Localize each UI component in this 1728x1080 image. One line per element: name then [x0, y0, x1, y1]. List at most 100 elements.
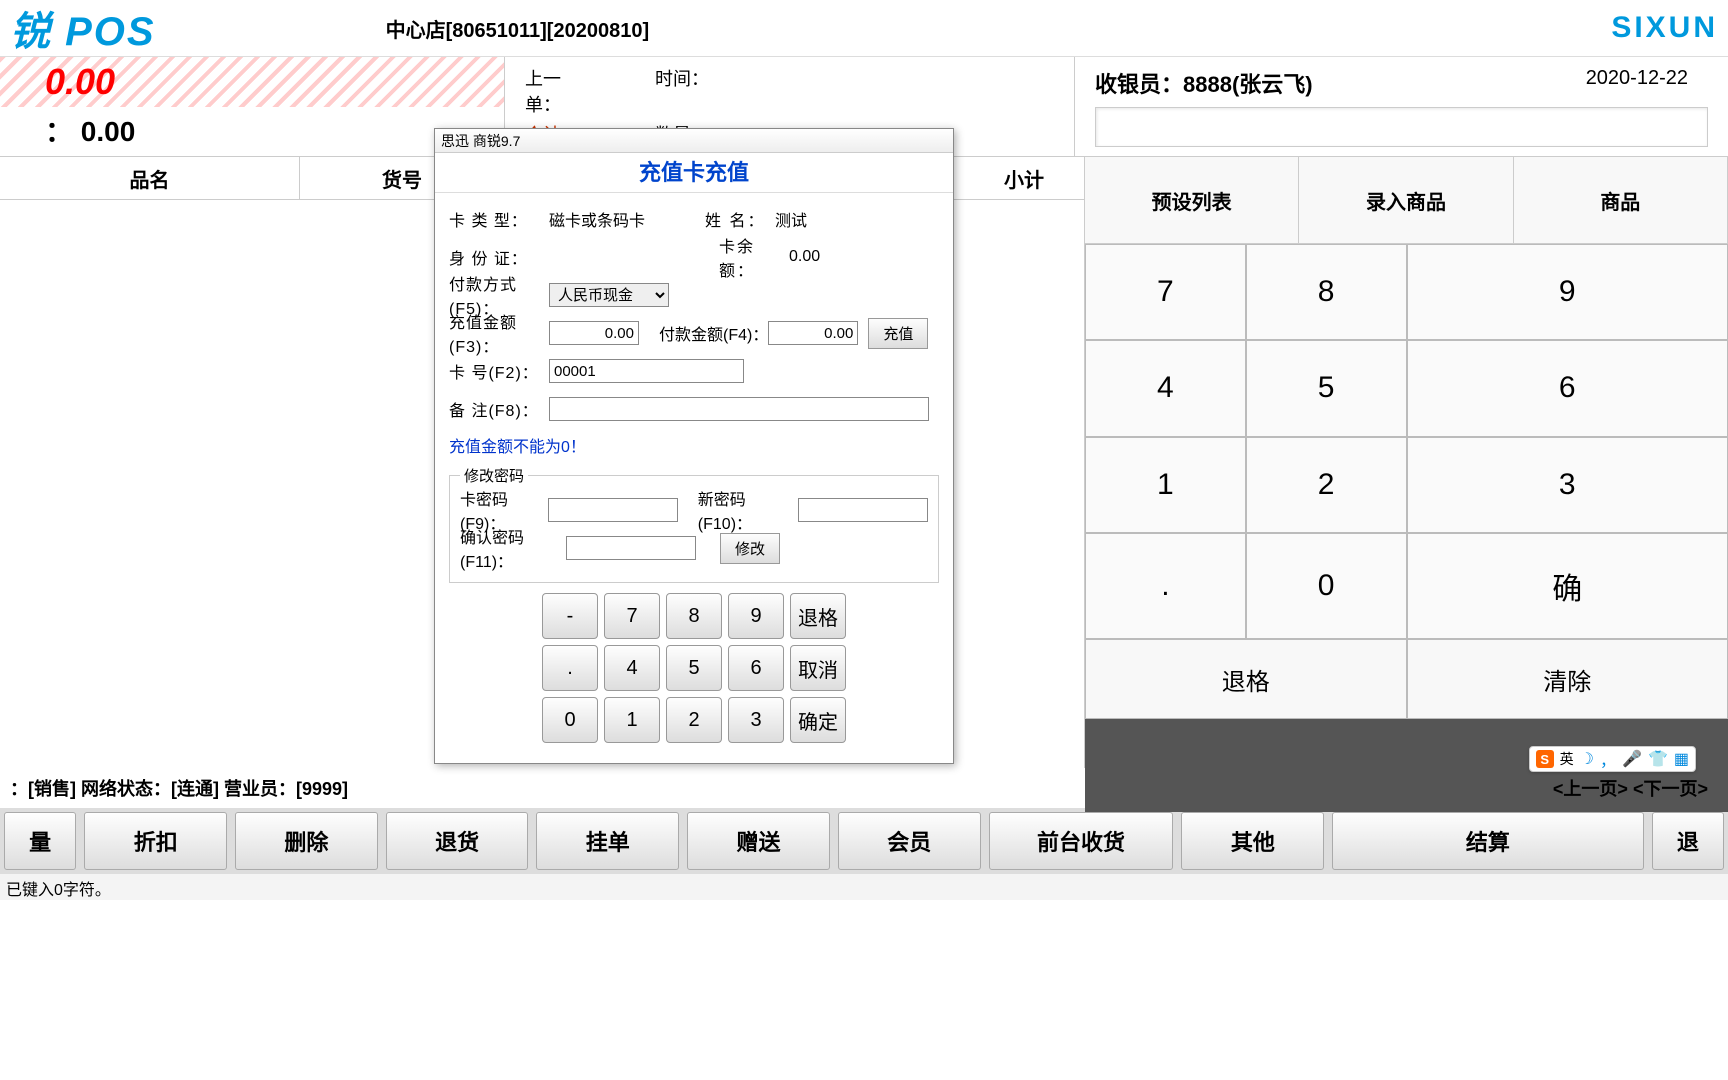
bottom-keys: 退格 清除 — [1085, 639, 1728, 719]
error-message: 充值金额不能为0！ — [449, 433, 939, 457]
total-red: 0.00 — [0, 57, 504, 107]
note-label: 备 注(F8)： — [449, 397, 549, 421]
search-input[interactable] — [1095, 107, 1708, 147]
new-pw-label: 新密码(F10)： — [698, 486, 798, 534]
name-value: 测试 — [775, 207, 807, 231]
dkey-3[interactable]: 3 — [728, 697, 784, 743]
ime-status-bar: 已键入0字符。 — [0, 874, 1728, 900]
dialog-title: 充值卡充值 — [435, 153, 953, 193]
ime-lang[interactable]: 英 — [1560, 749, 1574, 769]
sogou-icon[interactable]: S — [1536, 750, 1554, 768]
next-page[interactable]: <下一页> — [1633, 779, 1708, 799]
dkey-minus[interactable]: - — [542, 593, 598, 639]
cashier-label: 收银员： — [1095, 67, 1183, 99]
date-display: 2020-12-22 — [1586, 67, 1688, 99]
card-type-value: 磁卡或条码卡 — [549, 207, 645, 231]
prev-order-label: 上一单： — [525, 65, 595, 117]
pw-legend: 修改密码 — [460, 465, 528, 486]
dkey-ok[interactable]: 确定 — [790, 697, 846, 743]
pay-method-select[interactable]: 人民币现金 — [549, 283, 669, 307]
mic-icon[interactable]: 🎤 — [1622, 749, 1642, 769]
key-9[interactable]: 9 — [1407, 244, 1728, 340]
total-black-label: ： — [45, 116, 73, 147]
recharge-button[interactable]: 充值 — [868, 318, 928, 349]
header-bar: 锐 POS 中心店[80651011][20200810] SIXUN — [0, 0, 1728, 56]
tab-input[interactable]: 录入商品 — [1299, 156, 1513, 244]
time-label: 时间： — [655, 65, 715, 117]
btn-receive[interactable]: 前台收货 — [989, 812, 1174, 870]
new-pw-input[interactable] — [798, 498, 928, 522]
password-fieldset: 修改密码 卡密码(F9)： 新密码(F10)： 确认密码(F11)： 修改 — [449, 465, 939, 583]
key-8[interactable]: 8 — [1246, 244, 1407, 340]
dkey-1[interactable]: 1 — [604, 697, 660, 743]
tab-preset[interactable]: 预设列表 — [1085, 156, 1299, 244]
dkey-cancel[interactable]: 取消 — [790, 645, 846, 691]
dkey-backspace[interactable]: 退格 — [790, 593, 846, 639]
btn-discount[interactable]: 折扣 — [84, 812, 227, 870]
brand-name: SIXUN — [1611, 11, 1718, 45]
recharge-amt-input[interactable] — [549, 321, 639, 345]
key-4[interactable]: 4 — [1085, 340, 1246, 436]
main-keypad: 7 8 9 4 5 6 1 2 3 . 0 确 — [1085, 244, 1728, 639]
btn-hold[interactable]: 挂单 — [536, 812, 679, 870]
dkey-9[interactable]: 9 — [728, 593, 784, 639]
ime-toolbar[interactable]: S 英 ☽ ， 🎤 👕 ▦ — [1529, 746, 1696, 772]
btn-qty[interactable]: 量 — [4, 812, 76, 870]
dialog-keypad: - 7 8 9 退格 . 4 5 6 取消 0 1 2 3 确定 — [449, 593, 939, 743]
tab-product[interactable]: 商品 — [1514, 156, 1728, 244]
grid-icon[interactable]: ▦ — [1674, 749, 1689, 769]
key-3[interactable]: 3 — [1407, 437, 1728, 533]
btn-exit[interactable]: 退 — [1652, 812, 1724, 870]
store-info: 中心店[80651011][20200810] — [386, 14, 650, 43]
shirt-icon[interactable]: 👕 — [1648, 749, 1668, 769]
card-no-label: 卡 号(F2)： — [449, 359, 549, 383]
dkey-8[interactable]: 8 — [666, 593, 722, 639]
prev-page[interactable]: <上一页> — [1553, 779, 1628, 799]
key-dot[interactable]: . — [1085, 533, 1246, 639]
pay-amt-label: 付款金额(F4)： — [659, 321, 768, 345]
dkey-6[interactable]: 6 — [728, 645, 784, 691]
key-6[interactable]: 6 — [1407, 340, 1728, 436]
total-black: ： 0.00 — [0, 107, 504, 157]
btn-checkout[interactable]: 结算 — [1332, 812, 1644, 870]
key-0[interactable]: 0 — [1246, 533, 1407, 639]
card-no-input[interactable] — [549, 359, 744, 383]
key-1[interactable]: 1 — [1085, 437, 1246, 533]
recharge-dialog: 思迅 商锐9.7 充值卡充值 卡 类 型： 磁卡或条码卡 姓 名： 测试 身 份… — [434, 128, 954, 764]
dkey-dot[interactable]: . — [542, 645, 598, 691]
btn-member[interactable]: 会员 — [838, 812, 981, 870]
key-confirm[interactable]: 确 — [1407, 533, 1728, 639]
comma-icon[interactable]: ， — [1600, 747, 1616, 771]
confirm-pw-label: 确认密码(F11)： — [460, 524, 566, 572]
dkey-0[interactable]: 0 — [542, 697, 598, 743]
btn-other[interactable]: 其他 — [1181, 812, 1324, 870]
key-5[interactable]: 5 — [1246, 340, 1407, 436]
card-pw-input[interactable] — [548, 498, 678, 522]
key-7[interactable]: 7 — [1085, 244, 1246, 340]
dkey-5[interactable]: 5 — [666, 645, 722, 691]
dialog-titlebar[interactable]: 思迅 商锐9.7 — [435, 129, 953, 153]
dkey-4[interactable]: 4 — [604, 645, 660, 691]
cashier-panel: 收银员： 8888(张云飞) 2020-12-22 — [1075, 57, 1728, 156]
modify-button[interactable]: 修改 — [720, 533, 780, 564]
key-backspace[interactable]: 退格 — [1085, 639, 1407, 719]
right-tabs: 预设列表 录入商品 商品 — [1085, 200, 1728, 244]
moon-icon[interactable]: ☽ — [1580, 749, 1594, 769]
name-label: 姓 名： — [705, 207, 775, 231]
pay-amt-input[interactable] — [768, 321, 858, 345]
right-panel: 预设列表 录入商品 商品 7 8 9 4 5 6 1 2 3 . 0 确 退格 … — [1085, 200, 1728, 768]
recharge-amt-label: 充值金额(F3)： — [449, 309, 549, 357]
btn-gift[interactable]: 赠送 — [687, 812, 830, 870]
note-input[interactable] — [549, 397, 929, 421]
confirm-pw-input[interactable] — [566, 536, 696, 560]
dkey-7[interactable]: 7 — [604, 593, 660, 639]
key-clear[interactable]: 清除 — [1407, 639, 1728, 719]
cashier-value: 8888(张云飞) — [1183, 67, 1313, 99]
key-2[interactable]: 2 — [1246, 437, 1407, 533]
btn-return[interactable]: 退货 — [386, 812, 529, 870]
app-logo: 锐 POS — [10, 0, 156, 57]
btn-delete[interactable]: 删除 — [235, 812, 378, 870]
dkey-2[interactable]: 2 — [666, 697, 722, 743]
totals-box: 0.00 ： 0.00 — [0, 57, 505, 156]
col-name: 品名 — [0, 157, 300, 199]
